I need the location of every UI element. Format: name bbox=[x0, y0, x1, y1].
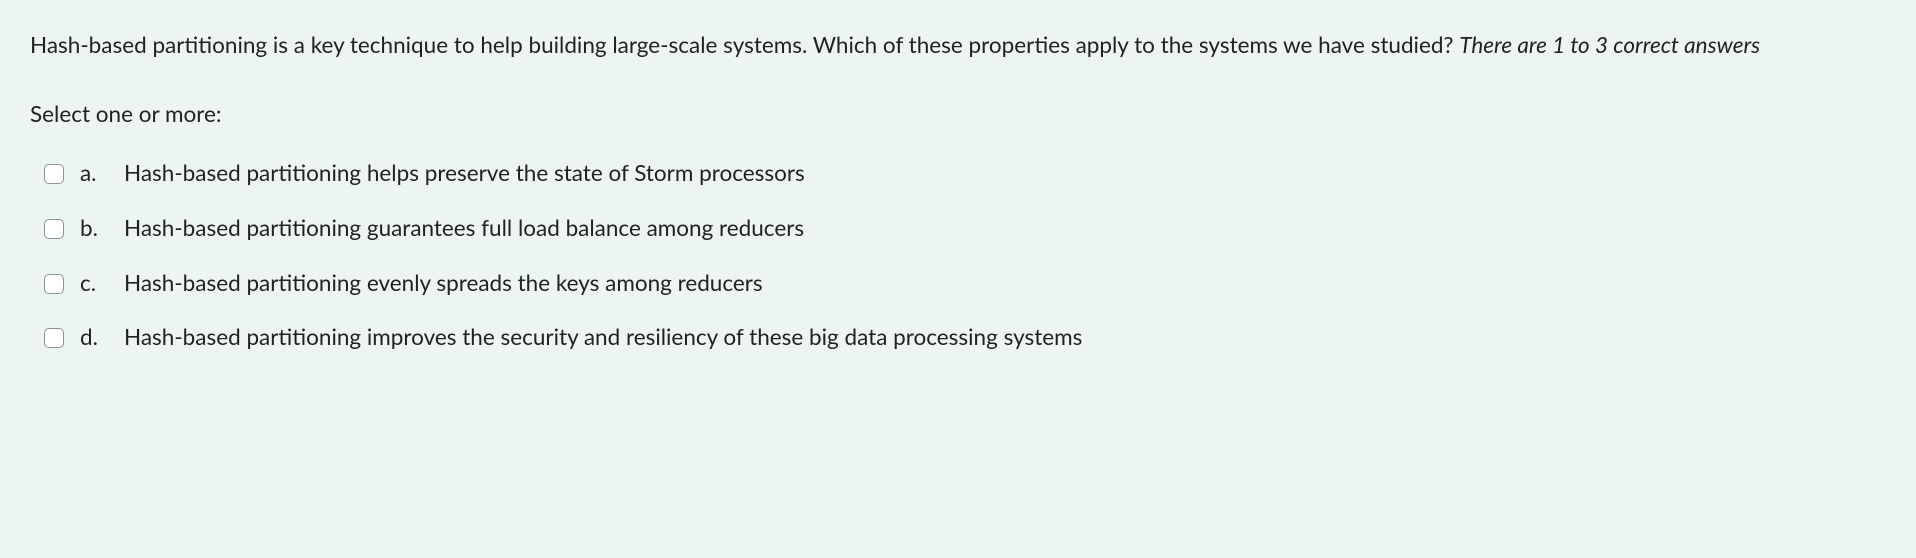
checkbox-wrap bbox=[44, 274, 64, 294]
option-text: Hash-based partitioning guarantees full … bbox=[124, 211, 1886, 246]
checkbox-wrap bbox=[44, 164, 64, 184]
option-text: Hash-based partitioning helps preserve t… bbox=[124, 156, 1886, 191]
option-checkbox-c[interactable] bbox=[44, 274, 64, 294]
checkbox-wrap bbox=[44, 219, 64, 239]
option-text: Hash-based partitioning evenly spreads t… bbox=[124, 266, 1886, 301]
instruction-text: Select one or more: bbox=[30, 97, 1886, 132]
option-row: d. Hash-based partitioning improves the … bbox=[30, 310, 1886, 365]
checkbox-wrap bbox=[44, 328, 64, 348]
option-letter: c. bbox=[80, 266, 114, 301]
option-text: Hash-based partitioning improves the sec… bbox=[124, 320, 1886, 355]
option-letter: a. bbox=[80, 156, 114, 191]
option-row: c. Hash-based partitioning evenly spread… bbox=[30, 256, 1886, 311]
question-text: Hash-based partitioning is a key techniq… bbox=[30, 28, 1886, 63]
option-row: b. Hash-based partitioning guarantees fu… bbox=[30, 201, 1886, 256]
options-list: a. Hash-based partitioning helps preserv… bbox=[30, 146, 1886, 366]
option-row: a. Hash-based partitioning helps preserv… bbox=[30, 146, 1886, 201]
option-checkbox-d[interactable] bbox=[44, 328, 64, 348]
option-letter: d. bbox=[80, 320, 114, 355]
option-checkbox-b[interactable] bbox=[44, 219, 64, 239]
question-main: Hash-based partitioning is a key techniq… bbox=[30, 31, 1459, 58]
option-checkbox-a[interactable] bbox=[44, 164, 64, 184]
question-hint: There are 1 to 3 correct answers bbox=[1459, 31, 1760, 58]
option-letter: b. bbox=[80, 211, 114, 246]
